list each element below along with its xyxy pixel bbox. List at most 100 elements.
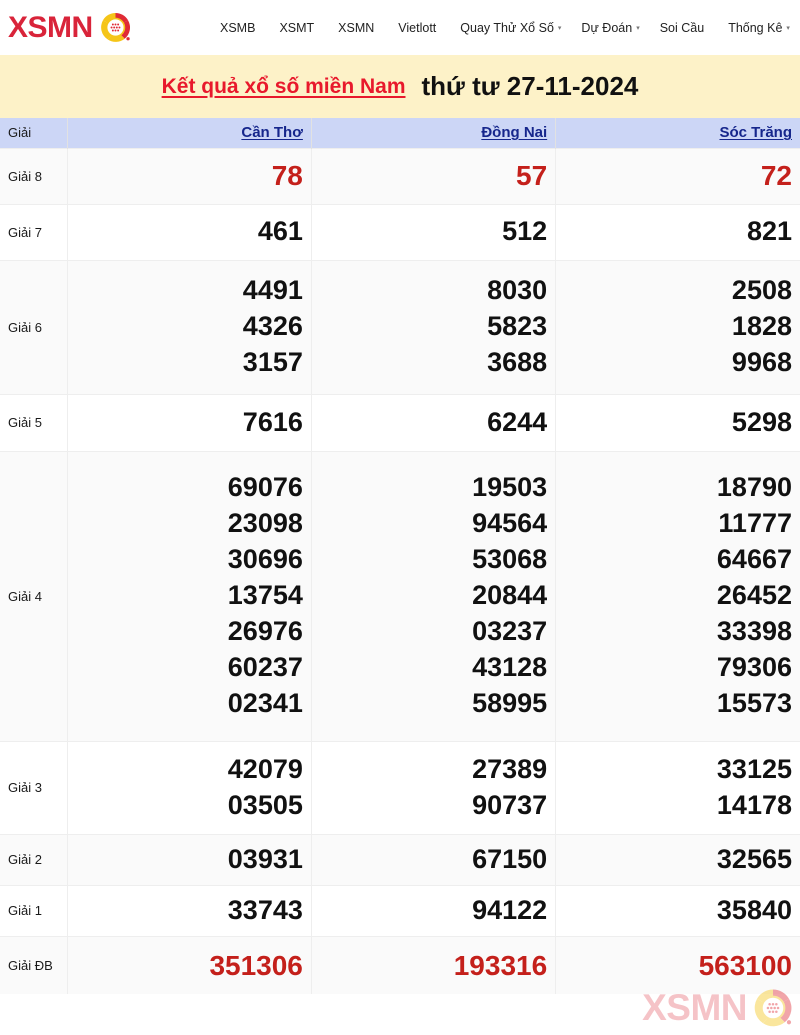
prize-label: Giải 6 <box>0 259 68 394</box>
result-number: 78 <box>271 160 303 192</box>
result-number: 35840 <box>716 894 792 925</box>
result-cell: 72 <box>555 147 800 204</box>
nav-item-xsmt[interactable]: XSMT <box>269 17 328 39</box>
nav-label: Quay Thử Xổ Số <box>460 20 554 35</box>
result-number: 2508 <box>731 275 792 306</box>
prize-label: Giải 4 <box>0 450 68 741</box>
table-row-prize-6: Giải 6 4491 4326 3157 8030 5823 3688 2508 182… <box>0 259 800 394</box>
result-number: 1828 <box>731 311 792 342</box>
result-number: 94122 <box>472 894 548 925</box>
table-row-prize-8: Giải 8 78 57 72 <box>0 147 800 204</box>
result-cell: 5298 <box>555 393 800 451</box>
result-cell: 03931 <box>67 833 312 885</box>
nav-item-du-doan[interactable]: Dự Đoán ▾ <box>571 17 649 39</box>
result-cell: 42079 03505 <box>67 740 312 834</box>
site-header: XSMN XSMB XSMT XSMN Vietlott Quay Thử Xổ… <box>0 0 800 55</box>
column-header-prize: Giải <box>0 118 68 148</box>
result-cell: 6244 <box>311 393 557 451</box>
table-row-prize-4: Giải 4 69076 23098 30696 13754 26976 60237 023… <box>0 450 800 741</box>
table-row-prize-db: Giải ĐB 351306 193316 563100 <box>0 935 800 994</box>
table-row-prize-7: Giải 7 461 512 821 <box>0 203 800 260</box>
table-row-prize-5: Giải 5 7616 6244 5298 <box>0 393 800 451</box>
result-number: 19503 <box>472 472 548 503</box>
prize-label: Giải 2 <box>0 833 68 885</box>
result-number: 5823 <box>487 311 548 342</box>
result-number: 563100 <box>698 949 792 981</box>
result-number: 14178 <box>716 789 792 820</box>
result-number: 57 <box>516 160 548 192</box>
main-nav: XSMB XSMT XSMN Vietlott Quay Thử Xổ Số ▾… <box>210 17 800 39</box>
result-number: 03931 <box>227 843 303 874</box>
nav-item-soi-cau[interactable]: Soi Cầu <box>650 17 718 39</box>
result-number: 60237 <box>227 651 303 682</box>
nav-label: XSMN <box>338 20 375 35</box>
column-header-province-2: Đồng Nai <box>311 118 557 148</box>
result-number: 8030 <box>487 275 548 306</box>
result-number: 33125 <box>716 753 792 784</box>
result-number: 27389 <box>472 753 548 784</box>
province-link-soc-trang[interactable]: Sóc Trăng <box>719 124 792 141</box>
result-number: 461 <box>257 216 303 247</box>
result-number: 5298 <box>731 406 792 437</box>
result-cell: 19503 94564 53068 20844 03237 43128 58995 <box>311 450 557 741</box>
column-header-province-3: Sóc Trăng <box>555 118 800 148</box>
page-title-band: Kết quả xổ số miền Nam thứ tư 27-11-2024 <box>0 55 800 118</box>
lottery-ball-icon <box>99 11 132 44</box>
province-link-dong-nai[interactable]: Đồng Nai <box>481 124 547 141</box>
result-number: 03505 <box>227 789 303 820</box>
prize-label: Giải 8 <box>0 147 68 204</box>
result-number: 67150 <box>472 843 548 874</box>
nav-item-thong-ke[interactable]: Thống Kê ▾ <box>718 17 800 39</box>
result-number: 3688 <box>487 346 548 377</box>
result-cell: 193316 <box>311 935 557 994</box>
result-cell: 78 <box>67 147 312 204</box>
nav-item-quay-thu-xo-so[interactable]: Quay Thử Xổ Số ▾ <box>450 17 571 39</box>
result-number: 821 <box>746 216 792 247</box>
result-number: 3157 <box>242 346 303 377</box>
result-number: 351306 <box>209 949 303 981</box>
result-cell: 2508 1828 9968 <box>555 259 800 394</box>
nav-item-vietlott[interactable]: Vietlott <box>388 17 450 39</box>
result-date: thứ tư 27-11-2024 <box>421 71 639 101</box>
result-cell: 18790 11777 64667 26452 33398 79306 15573 <box>555 450 800 741</box>
logo-text: XSMN <box>8 10 93 44</box>
province-link-can-tho[interactable]: Cần Thơ <box>241 124 303 141</box>
chevron-down-icon: ▾ <box>557 25 562 32</box>
result-number: 20844 <box>472 580 548 611</box>
nav-label: Vietlott <box>398 20 437 35</box>
result-number: 15573 <box>716 687 792 718</box>
result-number: 11777 <box>718 508 792 539</box>
table-header-row: Giải Cần Thơ Đồng Nai Sóc Trăng <box>0 118 800 148</box>
result-number: 18790 <box>716 472 792 503</box>
nav-item-xsmb[interactable]: XSMB <box>210 17 269 39</box>
result-number: 4491 <box>242 275 303 306</box>
result-cell: 27389 90737 <box>311 740 557 834</box>
result-number: 6244 <box>487 406 548 437</box>
prize-label: Giải ĐB <box>0 935 68 994</box>
result-cell: 94122 <box>311 884 557 936</box>
page-root: XSMN XSMB XSMT XSMN Vietlott Quay Thử Xổ… <box>0 0 800 1035</box>
lottery-results-table: Giải Cần Thơ Đồng Nai Sóc Trăng Giải 8 7… <box>0 118 800 994</box>
result-cell: 69076 23098 30696 13754 26976 60237 02341 <box>67 450 312 741</box>
nav-item-xsmn[interactable]: XSMN <box>328 17 388 39</box>
chevron-down-icon: ▾ <box>636 25 640 32</box>
result-number: 69076 <box>227 472 303 503</box>
nav-label: XSMB <box>220 20 256 35</box>
result-cell: 821 <box>555 203 800 260</box>
nav-label: Thống Kê <box>728 20 783 35</box>
result-number: 9968 <box>731 346 792 377</box>
result-number: 30696 <box>227 544 303 575</box>
result-cell: 67150 <box>311 833 557 885</box>
result-cell: 4491 4326 3157 <box>67 259 312 394</box>
result-cell: 33125 14178 <box>555 740 800 834</box>
table-row-prize-1: Giải 1 33743 94122 35840 <box>0 884 800 936</box>
result-number: 58995 <box>472 687 548 718</box>
nav-label: XSMT <box>279 20 315 35</box>
page-title[interactable]: Kết quả xổ số miền Nam <box>162 75 406 99</box>
nav-label: Soi Cầu <box>659 20 705 35</box>
site-logo[interactable]: XSMN <box>0 11 210 45</box>
result-number: 32565 <box>716 843 792 874</box>
result-number: 42079 <box>227 753 303 784</box>
result-cell: 57 <box>311 147 557 204</box>
result-number: 512 <box>502 216 548 247</box>
